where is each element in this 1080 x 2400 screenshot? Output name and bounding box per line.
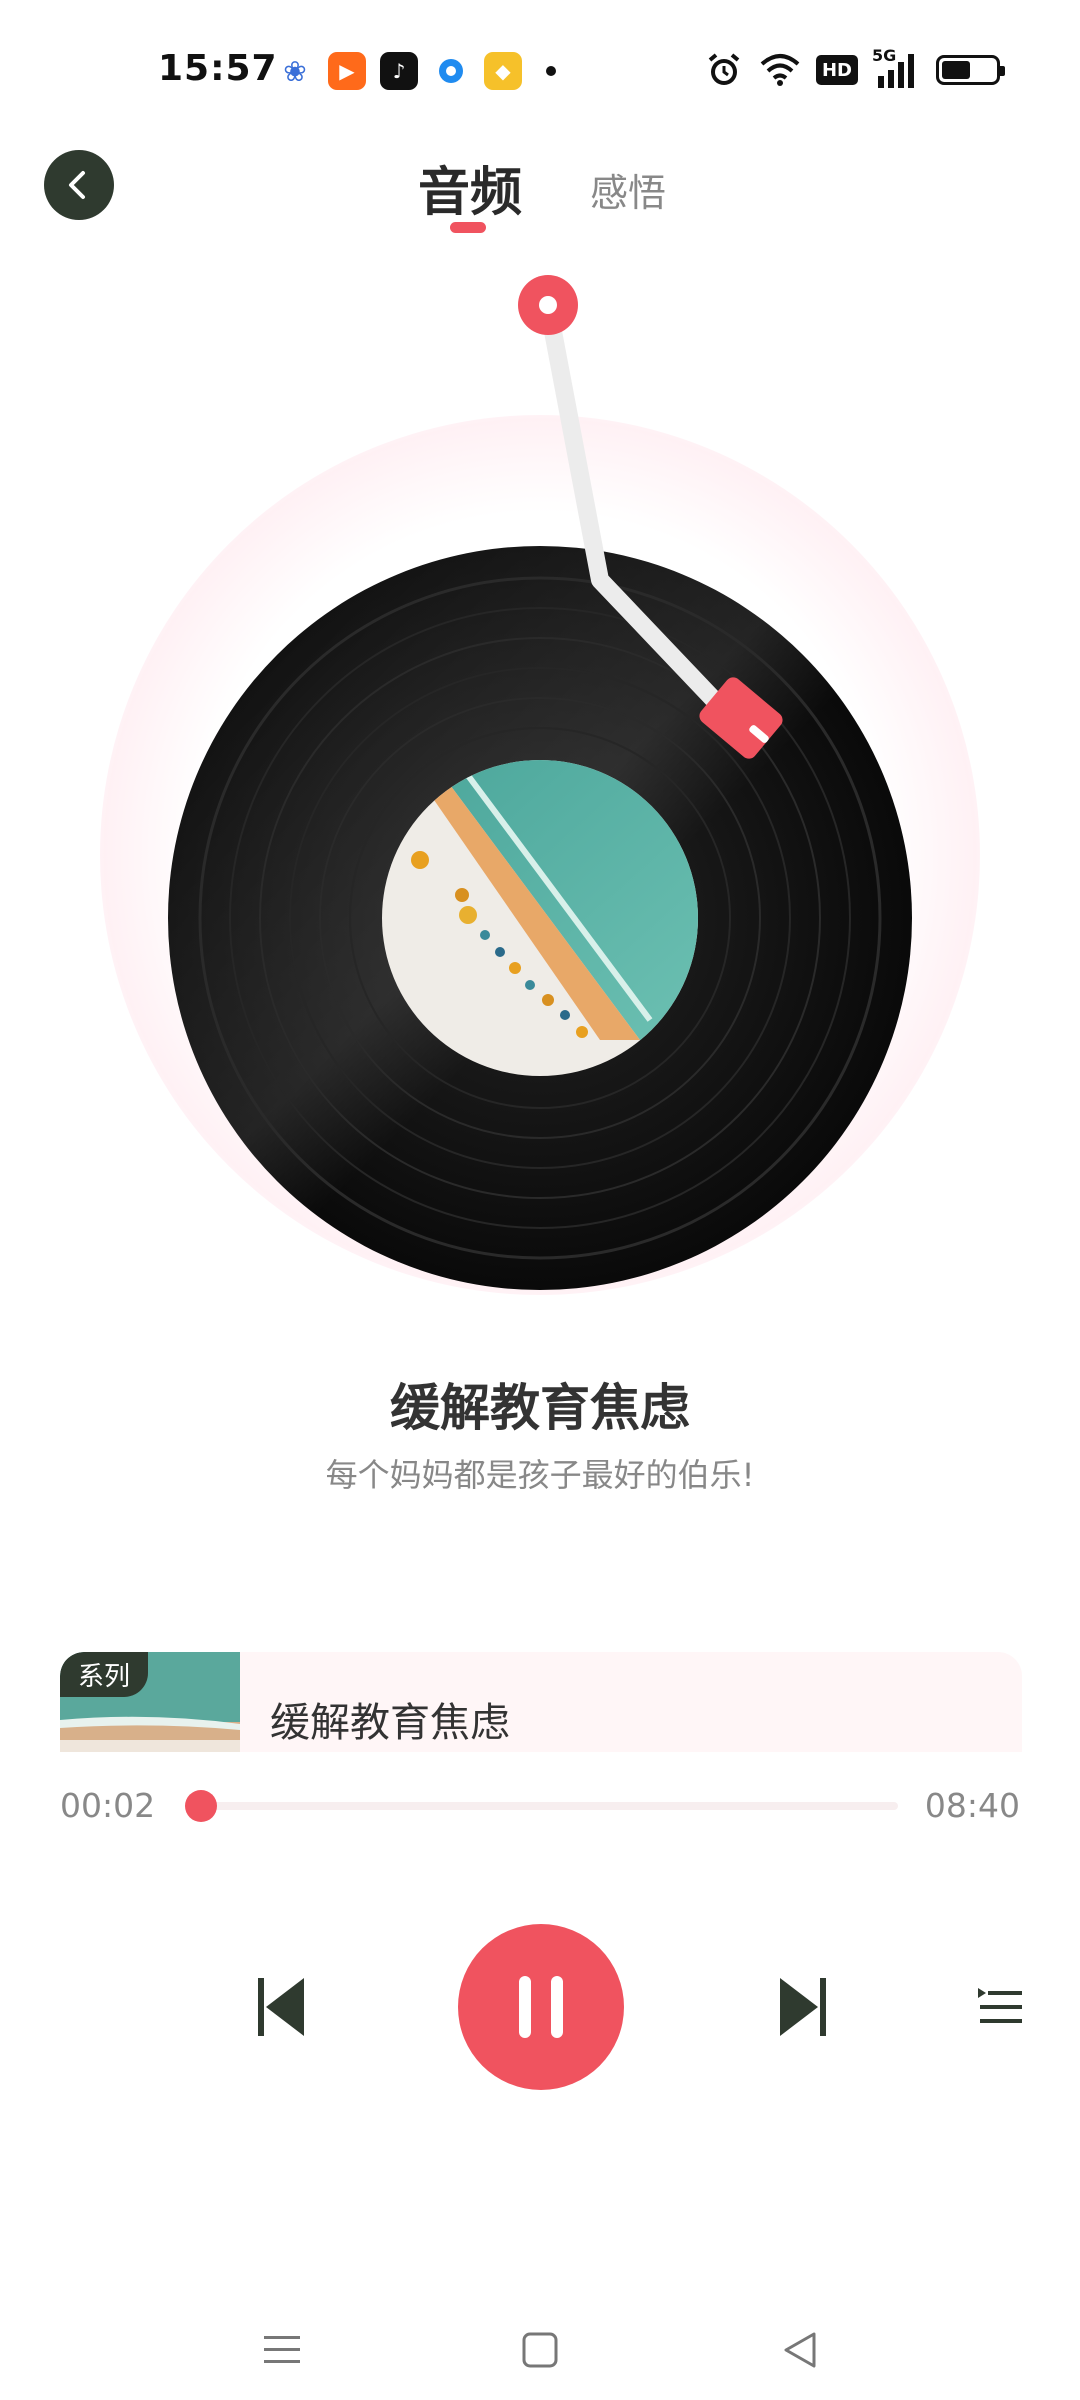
status-bar: 15:57 ❀ ▶ ♪ ◆ HD 5G bbox=[0, 0, 1080, 110]
hd-icon: HD bbox=[815, 55, 858, 85]
menu-icon bbox=[264, 2336, 300, 2363]
vinyl-record-player bbox=[168, 275, 912, 1290]
skip-next-icon bbox=[780, 1978, 826, 2036]
network-type-label: 5G bbox=[872, 46, 897, 65]
system-nav-bar bbox=[0, 2280, 1080, 2400]
progress-thumb[interactable] bbox=[184, 1790, 217, 1822]
battery-level bbox=[942, 61, 971, 79]
pause-icon bbox=[519, 1976, 563, 2038]
nav-menu-button[interactable] bbox=[252, 2320, 312, 2380]
back-triangle-icon bbox=[784, 2332, 816, 2368]
pause-button[interactable] bbox=[458, 1924, 624, 2090]
douyin-icon: ♪ bbox=[380, 52, 418, 90]
more-notifications-dot bbox=[546, 66, 556, 76]
skip-previous-icon bbox=[258, 1978, 304, 2036]
progress-slider[interactable] bbox=[184, 1790, 898, 1822]
status-notification-icons: ❀ ▶ ♪ ◆ bbox=[276, 52, 556, 90]
time-total: 08:40 bbox=[924, 1786, 1020, 1825]
nav-home-button[interactable] bbox=[510, 2320, 570, 2380]
battery-icon bbox=[936, 55, 1005, 85]
alarm-icon bbox=[704, 50, 744, 90]
series-thumbnail: 系列 bbox=[60, 1652, 240, 1752]
nav-back-button[interactable] bbox=[770, 2320, 830, 2380]
track-title: 缓解教育焦虑 bbox=[390, 1379, 690, 1437]
circle-app-icon bbox=[432, 52, 470, 90]
tab-insights[interactable]: 感悟 bbox=[590, 162, 666, 217]
wifi-icon bbox=[758, 50, 802, 90]
series-card[interactable]: 系列 缓解教育焦虑 bbox=[60, 1652, 1022, 1752]
tab-audio[interactable]: 音频 bbox=[418, 150, 522, 225]
next-button[interactable] bbox=[772, 1972, 832, 2042]
playlist-button[interactable] bbox=[970, 1982, 1030, 2032]
status-system-icons: HD 5G bbox=[704, 46, 1005, 90]
kuaishou-icon: ▶ bbox=[328, 52, 366, 90]
signal-icon: 5G bbox=[872, 46, 922, 90]
baidu-paw-icon: ❀ bbox=[283, 54, 307, 88]
series-name: 缓解教育焦虑 bbox=[270, 1700, 510, 1746]
diamond-app-icon: ◆ bbox=[484, 52, 522, 90]
status-time: 15:57 bbox=[158, 48, 278, 89]
series-tag: 系列 bbox=[60, 1652, 149, 1697]
time-elapsed: 00:02 bbox=[60, 1786, 156, 1825]
track-subtitle: 每个妈妈都是孩子最好的伯乐! bbox=[325, 1456, 755, 1494]
tab-bar: 音频 感悟 bbox=[0, 150, 1080, 240]
previous-button[interactable] bbox=[252, 1972, 312, 2042]
tab-indicator bbox=[450, 222, 486, 233]
playlist-icon bbox=[978, 1988, 1022, 2023]
home-square-icon bbox=[522, 2332, 558, 2368]
